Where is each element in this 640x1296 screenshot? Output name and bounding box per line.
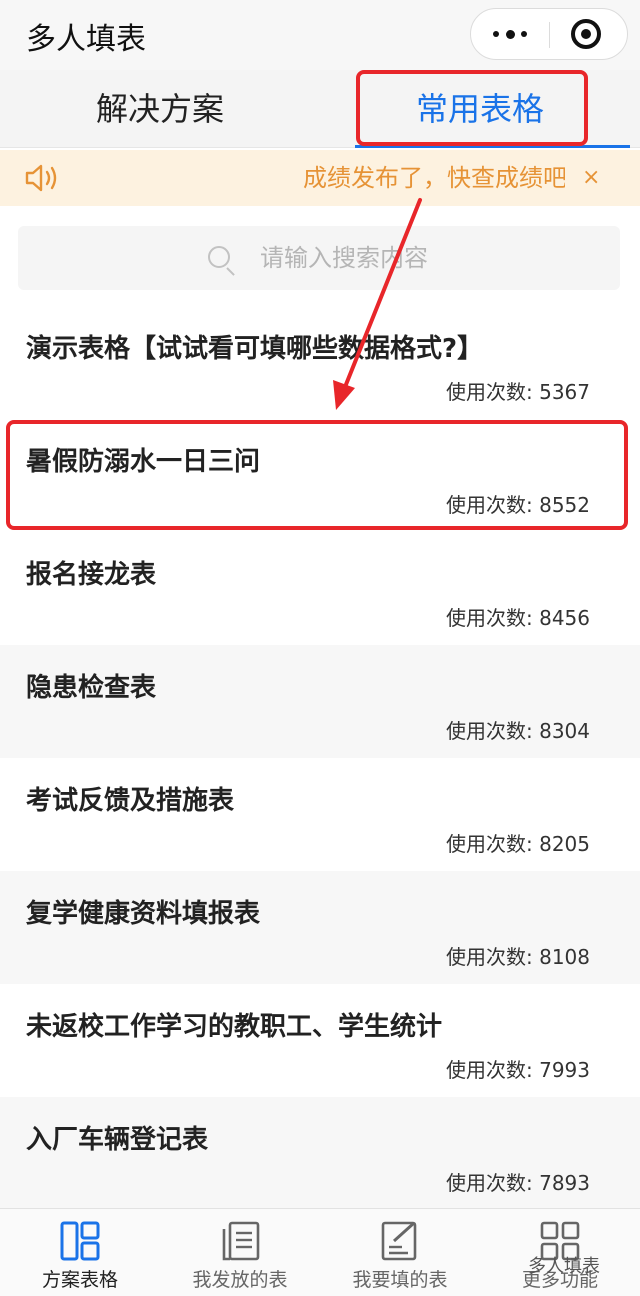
watermark: 多人填表 — [528, 1256, 600, 1277]
more-options-icon[interactable] — [493, 9, 527, 59]
list-item[interactable]: 演示表格【试试看可填哪些数据格式?】 使用次数: 5367 — [0, 306, 640, 419]
close-icon[interactable]: × — [582, 150, 600, 206]
item-title: 入厂车辆登记表 — [26, 1125, 209, 1155]
tab-solutions[interactable]: 解决方案 — [0, 70, 320, 148]
list-item[interactable]: 隐患检查表 使用次数: 8304 — [0, 645, 640, 758]
usage-label: 使用次数: — [445, 606, 533, 630]
list-item[interactable]: 考试反馈及措施表 使用次数: 8205 — [0, 758, 640, 871]
item-usage: 使用次数: 8205 — [446, 828, 590, 857]
item-usage: 使用次数: 8304 — [446, 715, 590, 744]
usage-count: 5367 — [539, 380, 590, 404]
grid-layout-icon — [60, 1221, 100, 1261]
item-usage: 使用次数: 5367 — [446, 376, 590, 405]
nav-solution-forms[interactable]: 方案表格 — [0, 1209, 160, 1296]
usage-count: 7893 — [539, 1171, 590, 1195]
usage-count: 7993 — [539, 1058, 590, 1082]
nav-my-issued-forms[interactable]: 我发放的表 — [160, 1209, 320, 1296]
nav-forms-to-fill[interactable]: 我要填的表 — [320, 1209, 480, 1296]
annotation-highlight-tab — [356, 70, 588, 146]
item-title: 报名接龙表 — [26, 560, 157, 590]
edit-form-icon — [381, 1221, 417, 1261]
annotation-highlight-item — [6, 420, 628, 530]
usage-count: 8108 — [539, 945, 590, 969]
usage-label: 使用次数: — [445, 832, 533, 856]
notice-text: 成绩发布了，快查成绩吧 — [303, 164, 565, 192]
list-item[interactable]: 入厂车辆登记表 使用次数: 7893 — [0, 1097, 640, 1210]
usage-label: 使用次数: — [445, 380, 533, 404]
app-title: 多人填表 — [26, 22, 146, 57]
item-title: 隐患检查表 — [26, 673, 157, 703]
nav-label: 方案表格 — [41, 1269, 118, 1291]
search-box[interactable] — [18, 226, 620, 290]
item-title: 演示表格【试试看可填哪些数据格式?】 — [26, 334, 484, 364]
list-item[interactable]: 复学健康资料填报表 使用次数: 8108 — [0, 871, 640, 984]
nav-label: 我发放的表 — [192, 1269, 288, 1291]
documents-icon — [222, 1221, 260, 1261]
nav-label: 我要填的表 — [352, 1269, 448, 1291]
tab-solutions-label: 解决方案 — [95, 90, 224, 128]
list-item[interactable]: 未返校工作学习的教职工、学生统计 使用次数: 7993 — [0, 984, 640, 1097]
search-input[interactable] — [260, 226, 600, 290]
speaker-icon — [25, 164, 57, 192]
close-program-icon[interactable] — [571, 19, 601, 49]
usage-label: 使用次数: — [445, 1058, 533, 1082]
item-usage: 使用次数: 7993 — [446, 1054, 590, 1083]
usage-count: 8205 — [539, 832, 590, 856]
usage-label: 使用次数: — [445, 719, 533, 743]
usage-count: 8304 — [539, 719, 590, 743]
item-title: 未返校工作学习的教职工、学生统计 — [26, 1012, 443, 1042]
search-icon — [208, 246, 230, 268]
item-title: 复学健康资料填报表 — [26, 899, 261, 929]
item-usage: 使用次数: 8456 — [446, 602, 590, 631]
usage-label: 使用次数: — [445, 1171, 533, 1195]
item-usage: 使用次数: 8108 — [446, 941, 590, 970]
notice-bar: 成绩发布了，快查成绩吧 × — [0, 150, 640, 206]
mini-program-capsule — [470, 8, 628, 60]
item-usage: 使用次数: 7893 — [446, 1167, 590, 1196]
item-title: 考试反馈及措施表 — [26, 786, 235, 816]
title-bar: 多人填表 — [0, 0, 640, 70]
list-item[interactable]: 报名接龙表 使用次数: 8456 — [0, 532, 640, 645]
usage-count: 8456 — [539, 606, 590, 630]
capsule-divider — [549, 22, 550, 48]
usage-label: 使用次数: — [445, 945, 533, 969]
